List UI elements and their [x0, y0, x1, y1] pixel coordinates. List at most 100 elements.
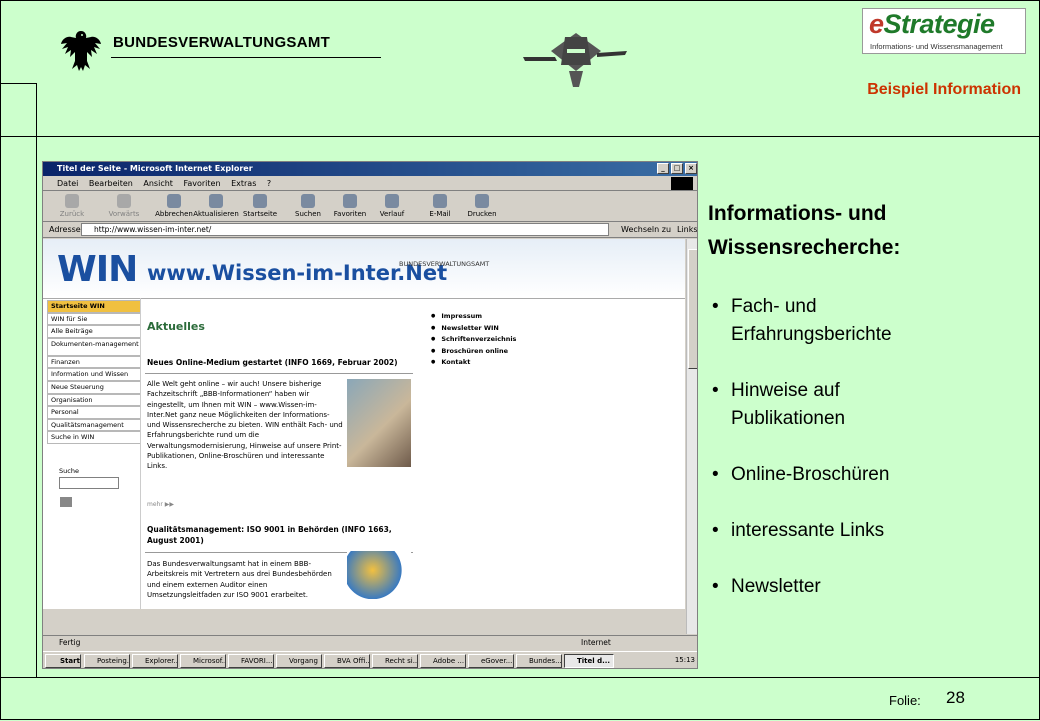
slide-footer [1, 677, 1040, 721]
menu-extras[interactable]: Extras [231, 179, 256, 188]
bullet-item: Hinweise aufPublikationen [712, 377, 892, 433]
link-broschueren[interactable]: Broschüren online [431, 346, 516, 358]
news1-title[interactable]: Neues Online-Medium gestartet (INFO 1669… [147, 358, 398, 367]
news2-illustration [347, 551, 411, 599]
go-button[interactable]: Wechseln zu [621, 225, 671, 234]
win-logo: WIN [57, 249, 138, 290]
mail-icon [433, 194, 447, 208]
nav-item-personal[interactable]: Personal [47, 406, 141, 419]
favorites-icon [343, 194, 357, 208]
links-button[interactable]: Links [677, 225, 697, 234]
link-newsletter[interactable]: Newsletter WIN [431, 323, 516, 335]
taskbar-item-active[interactable]: Titel d... [564, 654, 614, 668]
taskbar-item[interactable]: FAVORI... [228, 654, 274, 668]
stop-button[interactable]: Abbrechen [151, 194, 197, 218]
link-schriftenverzeichnis[interactable]: Schriftenverzeichnis [431, 334, 516, 346]
menu-help[interactable]: ? [267, 179, 271, 188]
vertical-scrollbar[interactable] [686, 239, 697, 634]
search-button[interactable]: Suchen [285, 194, 331, 218]
org-name: BUNDESVERWALTUNGSAMT [113, 34, 331, 51]
nav-item-qualitaetsmanagement[interactable]: Qualitätsmanagement [47, 418, 141, 432]
browser-menu-bar: Datei Bearbeiten Ansicht Favoriten Extra… [43, 177, 697, 191]
estrategie-logo: eStrategie Informations- und Wissensmana… [862, 8, 1026, 54]
status-text: Fertig [59, 638, 81, 647]
print-button[interactable]: Drucken [459, 194, 505, 218]
taskbar: Start Posteing... Explorer... Microsof..… [43, 651, 697, 668]
nav-divider [140, 298, 141, 609]
start-button[interactable]: Start [45, 654, 81, 668]
news1-photo [347, 379, 411, 467]
bullet-item: Newsletter [712, 573, 892, 601]
taskbar-clock: 15:13 [674, 656, 695, 664]
link-kontakt[interactable]: Kontakt [431, 357, 516, 369]
slide-number: 28 [946, 688, 965, 707]
slide: BUNDESVERWALTUNGSAMT eStrategie Informat… [0, 0, 1040, 720]
taskbar-item[interactable]: Bundes... [516, 654, 562, 668]
taskbar-item[interactable]: Microsof... [180, 654, 226, 668]
page-links: Impressum Newsletter WIN Schriftenverzei… [431, 311, 516, 369]
news2-title[interactable]: Qualitätsmanagement: ISO 9001 in Behörde… [147, 524, 407, 546]
nav-item-suche[interactable]: Suche in WIN [47, 431, 141, 444]
estrategie-logo-wordmark: eStrategie [869, 9, 995, 39]
mail-button[interactable]: E-Mail [417, 194, 463, 218]
back-arrow-icon [65, 194, 79, 208]
page-search: Suche [59, 467, 119, 489]
taskbar-item[interactable]: Vorgang [276, 654, 322, 668]
taskbar-item[interactable]: BVA Offi... [324, 654, 370, 668]
taskbar-item[interactable]: Explorer... [132, 654, 178, 668]
nav-item-alle-beitraege[interactable]: Alle Beiträge [47, 325, 141, 338]
page-nav: Startseite WIN WIN für Sie Alle Beiträge… [47, 300, 141, 444]
forward-button[interactable]: Vorwärts [101, 194, 147, 218]
taskbar-item[interactable]: Adobe ... [420, 654, 466, 668]
bullet-item: interessante Links [712, 517, 892, 545]
nav-item-startseite[interactable]: Startseite WIN [47, 300, 141, 313]
content-title-line2: Wissensrecherche: [708, 236, 901, 259]
history-button[interactable]: Verlauf [369, 194, 415, 218]
search-icon [301, 194, 315, 208]
refresh-button[interactable]: Aktualisieren [193, 194, 239, 218]
slide-subtitle: Beispiel Information [867, 81, 1021, 98]
status-zone: Internet [581, 638, 611, 647]
address-input[interactable]: http://www.wissen-im-inter.net/ [81, 223, 609, 236]
nav-item-organisation[interactable]: Organisation [47, 393, 141, 407]
address-bar: Adresse http://www.wissen-im-inter.net/ … [43, 222, 697, 238]
taskbar-item[interactable]: Posteing... [84, 654, 130, 668]
menu-favoriten[interactable]: Favoriten [183, 179, 220, 188]
page-org-name: BUNDESVERWALTUNGSAMT [399, 260, 490, 268]
history-icon [385, 194, 399, 208]
search-label: Suche [59, 467, 79, 475]
more-link[interactable]: mehr ▶▶ [147, 501, 174, 508]
menu-bearbeiten[interactable]: Bearbeiten [89, 179, 133, 188]
scrollbar-thumb[interactable] [688, 249, 697, 369]
menu-ansicht[interactable]: Ansicht [143, 179, 173, 188]
maximize-button[interactable]: □ [671, 163, 683, 174]
news-separator [145, 373, 413, 374]
close-button[interactable]: × [685, 163, 697, 174]
nav-item-finanzen[interactable]: Finanzen [47, 355, 141, 369]
browser-title: Titel der Seite - Microsoft Internet Exp… [57, 164, 253, 173]
browser-toolbar: Zurück Vorwärts Abbrechen Aktualisieren … [43, 192, 697, 222]
nav-item-dokumentenmanagement[interactable]: Dokumenten-management [47, 337, 141, 356]
nav-item-neue-steuerung[interactable]: Neue Steuerung [47, 380, 141, 394]
news2-body: Das Bundesverwaltungsamt hat in einem BB… [147, 560, 332, 599]
browser-screenshot: Titel der Seite - Microsoft Internet Exp… [42, 161, 698, 669]
slide-number-label: Folie: [889, 693, 921, 708]
nav-item-information-wissen[interactable]: Information und Wissen [47, 368, 141, 381]
bullet-item: Fach- undErfahrungsberichte [712, 293, 892, 349]
print-icon[interactable] [60, 497, 72, 507]
taskbar-item[interactable]: Recht si... [372, 654, 418, 668]
address-label: Adresse [49, 225, 81, 234]
status-bar: Fertig Internet [43, 635, 697, 649]
minimize-button[interactable]: _ [657, 163, 669, 174]
content-title-line1: Informations- und [708, 202, 887, 225]
nav-item-win-fuer-sie[interactable]: WIN für Sie [47, 312, 141, 326]
favorites-button[interactable]: Favoriten [327, 194, 373, 218]
link-impressum[interactable]: Impressum [431, 311, 516, 323]
home-icon [253, 194, 267, 208]
back-button[interactable]: Zurück [49, 194, 95, 218]
bullet-item: Online-Broschüren [712, 461, 892, 489]
taskbar-item[interactable]: eGover... [468, 654, 514, 668]
home-button[interactable]: Startseite [237, 194, 283, 218]
menu-datei[interactable]: Datei [57, 179, 78, 188]
search-input[interactable] [59, 477, 119, 489]
